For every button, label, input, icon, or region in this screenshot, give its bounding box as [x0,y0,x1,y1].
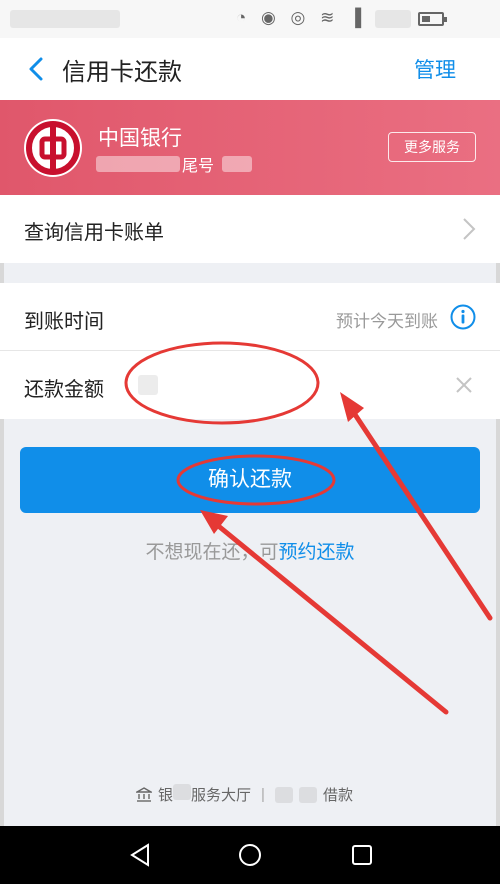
status-icons: ◔ ◉ ◎ ≋ ▐ [236,8,367,27]
schedule-repayment-link[interactable]: 预约还款 [279,542,355,563]
bank-icon [136,786,152,802]
bank-card: 中国银行 尾号 更多服务 [0,100,500,195]
bank-hall-prefix: 银 [158,787,174,804]
status-blurred-area [10,10,120,28]
repayment-amount-input[interactable] [128,365,428,405]
loan-prefix-blurred [298,786,317,803]
chevron-right-icon [463,218,476,240]
more-services-button[interactable]: 更多服务 [388,132,476,162]
footer-separator: | [261,786,265,803]
card-tail-blurred [222,156,252,172]
query-bill-row[interactable]: 查询信用卡账单 [0,195,500,263]
android-nav-bar [0,826,500,884]
card-tail-label: 尾号 [182,158,215,175]
system-home-icon[interactable] [238,843,262,867]
amount-blurred [138,375,158,395]
system-recent-apps-icon[interactable] [350,843,374,867]
repayment-amount-label: 还款金额 [24,379,104,401]
page-title: 信用卡还款 [62,59,182,86]
status-blurred-time [375,10,411,28]
card-number-blurred [96,156,180,172]
bank-hall-link[interactable]: 银服务大厅 [158,784,251,805]
manage-button[interactable]: 管理 [414,54,456,84]
footer-blurred [173,784,192,800]
footer: 银服务大厅 | 借款 [0,782,500,808]
system-back-icon[interactable] [128,843,152,867]
arrival-time-label: 到账时间 [24,311,104,333]
query-bill-label: 查询信用卡账单 [24,222,164,244]
loan-icon-blurred [274,786,293,803]
status-bar: ◔ ◉ ◎ ≋ ▐ [0,0,500,38]
info-icon[interactable] [450,304,476,330]
confirm-repayment-button[interactable]: 确认还款 [20,447,480,513]
repayment-amount-row: 还款金额 [0,351,500,419]
battery-icon [418,12,447,26]
bank-name: 中国银行 [98,127,182,150]
arrival-time-value: 预计今天到账 [336,312,438,331]
footer-links: 银服务大厅 | 借款 [136,784,353,805]
chevron-left-icon[interactable] [24,56,50,82]
bank-of-china-logo-icon [24,119,82,177]
schedule-repayment-line: 不想现在还，可预约还款 [0,537,500,564]
bank-hall-label: 服务大厅 [191,787,252,804]
arrival-time-row: 到账时间 预计今天到账 [0,283,500,351]
schedule-prefix: 不想现在还，可 [145,542,279,563]
loan-link[interactable]: 借款 [323,784,353,805]
close-icon[interactable] [454,375,474,395]
nav-bar: 信用卡还款 管理 [0,38,500,100]
